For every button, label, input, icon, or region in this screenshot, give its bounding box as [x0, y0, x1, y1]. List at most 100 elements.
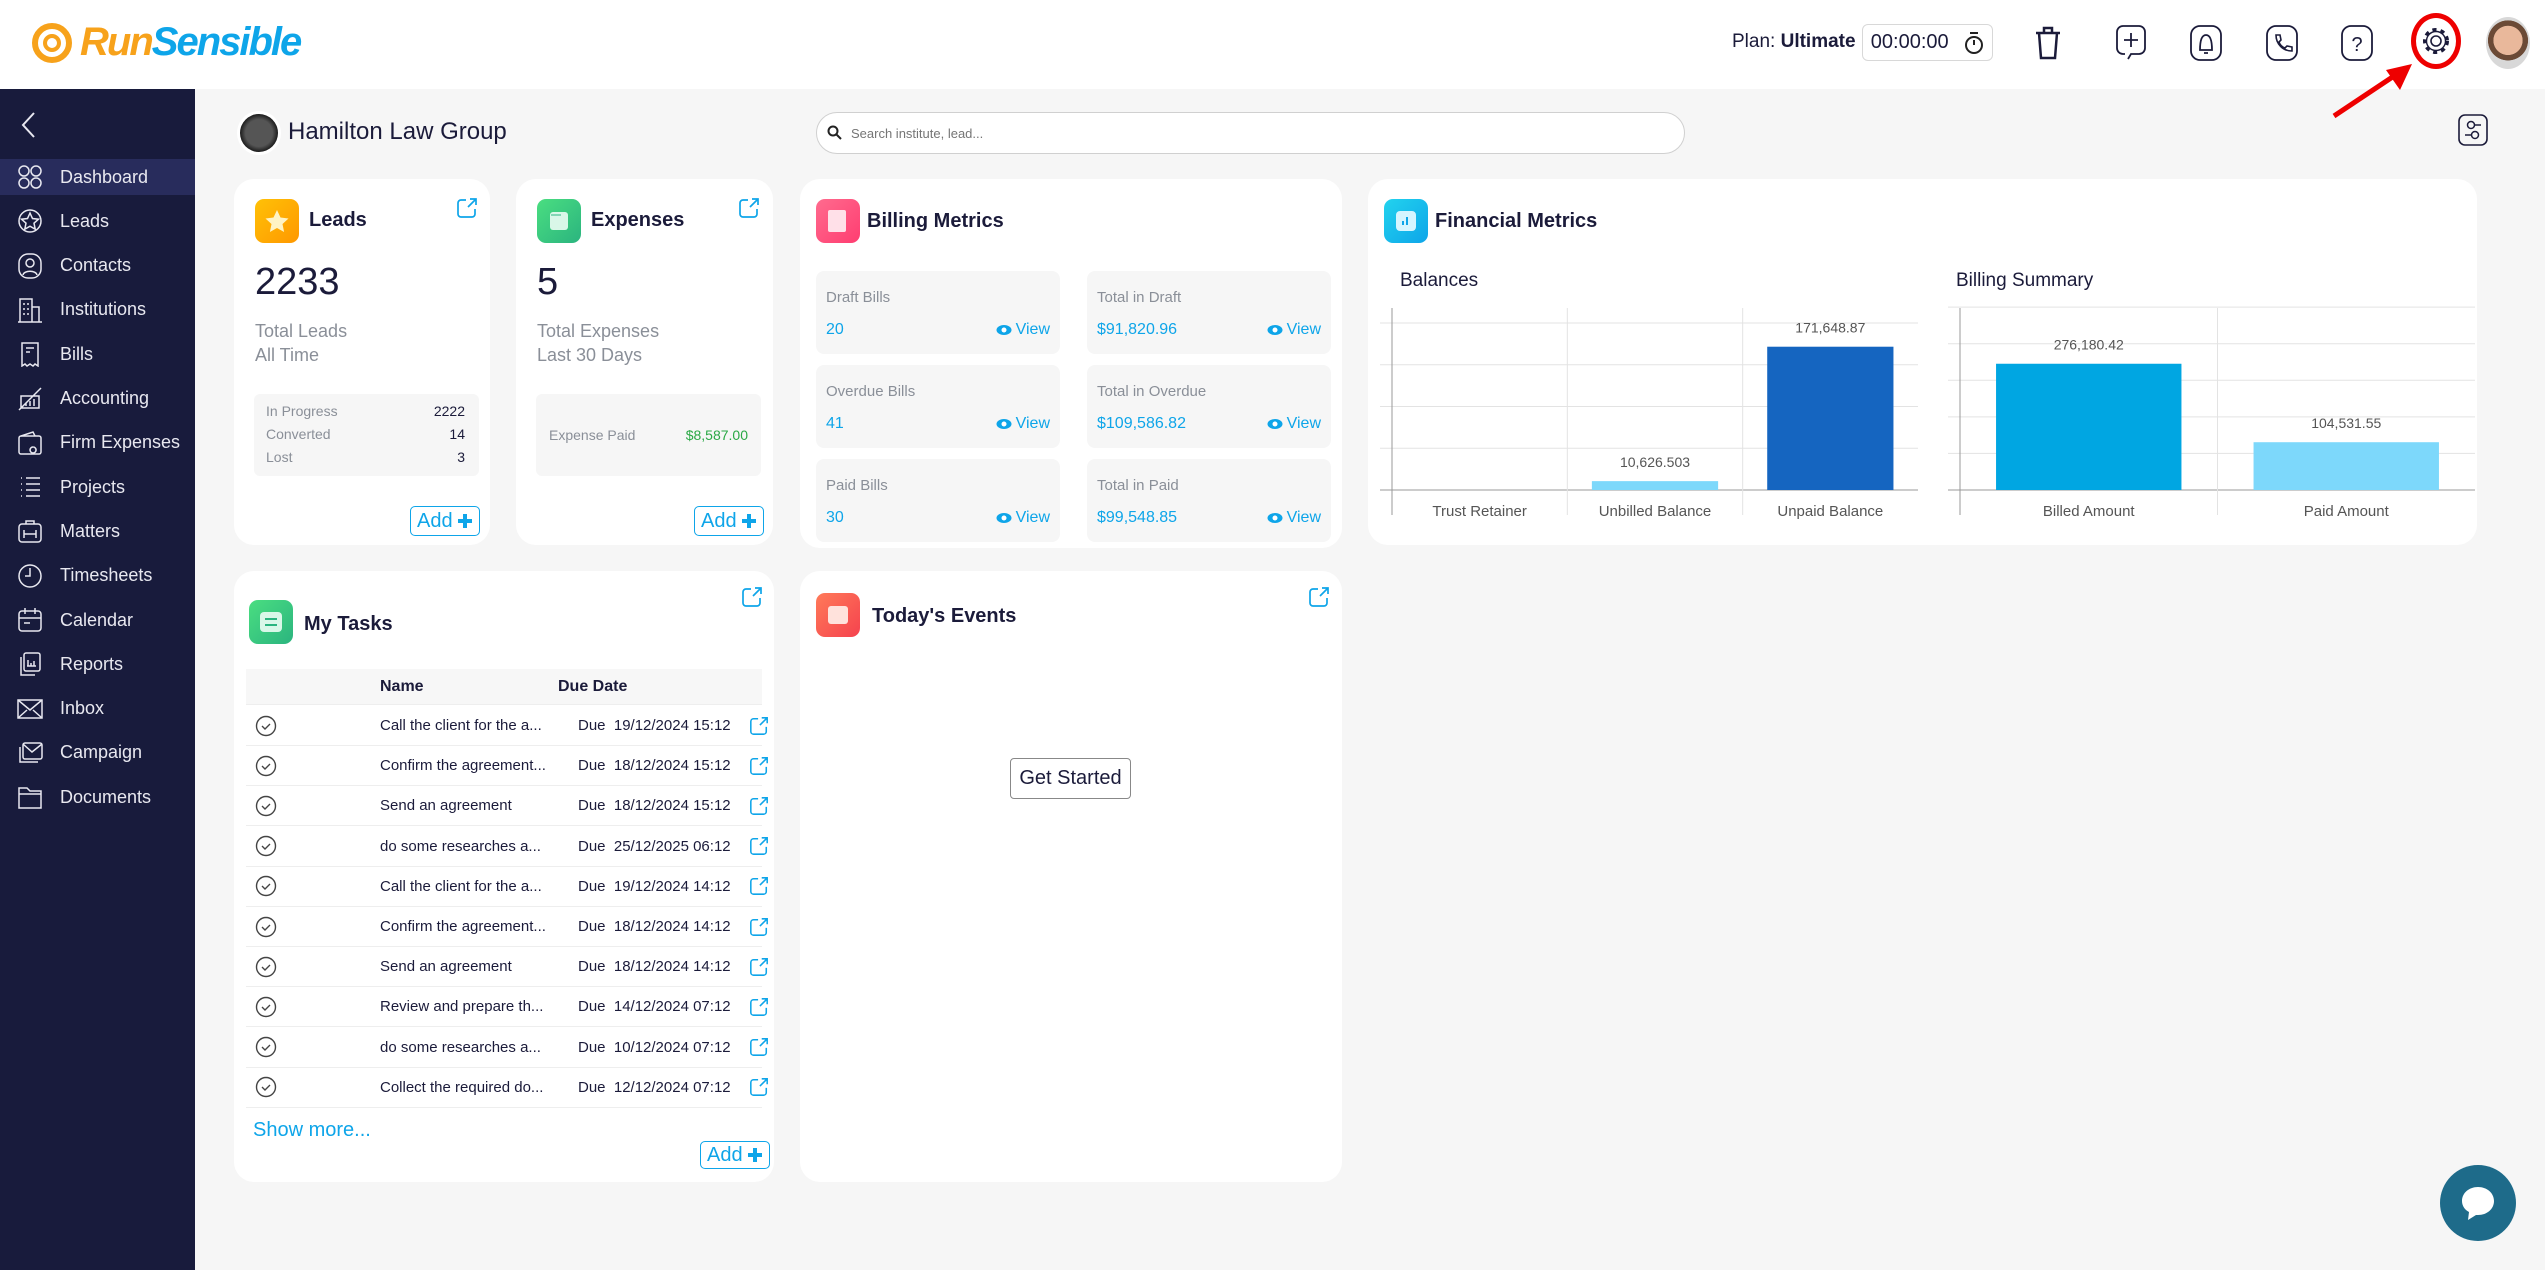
view-button[interactable]: View — [1267, 321, 1321, 339]
chat-button[interactable] — [2440, 1165, 2516, 1241]
external-link-icon[interactable] — [749, 796, 769, 816]
task-row[interactable]: Send an agreement Due 18/12/2024 14:12 — [246, 947, 768, 988]
tick-label: Trust Retainer — [1432, 503, 1526, 520]
sidebar-item-calendar[interactable]: Calendar — [0, 602, 195, 638]
report-icon — [20, 652, 41, 677]
sidebar-item-label: Timesheets — [60, 565, 153, 586]
billing-metric-box: Draft Bills 20 View — [816, 271, 1060, 354]
add-task-button[interactable] — [2111, 22, 2151, 64]
task-due: Due 18/12/2024 15:12 — [578, 757, 731, 775]
chat-icon — [2462, 1187, 2494, 1220]
sidebar-item-reports[interactable]: Reports — [0, 646, 195, 682]
sidebar-item-dashboard[interactable]: Dashboard — [0, 159, 195, 195]
complete-task-icon[interactable] — [255, 715, 277, 737]
task-row[interactable]: Collect the required do... Due 12/12/2024… — [246, 1068, 768, 1108]
complete-task-icon[interactable] — [255, 956, 277, 978]
view-button[interactable]: View — [996, 321, 1050, 339]
show-more-link[interactable]: Show more... — [253, 1119, 371, 1142]
help-button[interactable]: ? — [2337, 22, 2377, 64]
task-row[interactable]: do some researches a... Due 10/12/2024 07… — [246, 1028, 768, 1068]
calendar-icon — [18, 608, 42, 632]
lead-stat-row: Converted 14 — [266, 426, 465, 446]
billing-metric-box: Paid Bills 30 View — [816, 459, 1060, 542]
task-row[interactable]: Call the client for the a... Due 19/12/20… — [246, 867, 768, 907]
task-row[interactable]: Call the client for the a... Due 19/12/20… — [246, 706, 768, 746]
task-row[interactable]: Review and prepare th... Due 14/12/2024 0… — [246, 987, 768, 1028]
task-due: Due 25/12/2025 06:12 — [578, 837, 731, 855]
external-link-icon[interactable] — [749, 1037, 769, 1057]
complete-task-icon[interactable] — [255, 1076, 277, 1098]
task-row[interactable]: do some researches a... Due 25/12/2025 06… — [246, 827, 768, 867]
sidebar-item-institutions[interactable]: Institutions — [0, 292, 195, 328]
add-task-button[interactable]: Add — [700, 1141, 770, 1169]
eye-icon — [996, 419, 1012, 429]
search-bar[interactable] — [816, 112, 1685, 154]
sidebar-item-firm-expenses[interactable]: Firm Expenses — [0, 425, 195, 461]
lead-stat-value: 14 — [449, 426, 465, 442]
task-row[interactable]: Send an agreement Due 18/12/2024 15:12 — [246, 786, 768, 827]
sidebar-item-contacts[interactable]: Contacts — [0, 248, 195, 284]
external-link-icon[interactable] — [749, 917, 769, 937]
external-link-icon[interactable] — [741, 586, 763, 608]
view-button[interactable]: View — [996, 415, 1050, 433]
external-link-icon[interactable] — [749, 836, 769, 856]
external-link-icon[interactable] — [749, 997, 769, 1017]
add-lead-button[interactable]: Add — [410, 506, 480, 536]
sidebar-item-label: Documents — [60, 786, 152, 807]
external-link-icon[interactable] — [749, 957, 769, 977]
lead-stat-row: Lost 3 — [266, 449, 465, 469]
sidebar-item-documents[interactable]: Documents — [0, 779, 195, 815]
task-due: Due 18/12/2024 14:12 — [578, 958, 731, 976]
complete-task-icon[interactable] — [255, 795, 277, 817]
sidebar-item-bills[interactable]: Bills — [0, 336, 195, 372]
plus-icon — [457, 514, 472, 528]
get-started-button[interactable]: Get Started — [1010, 758, 1131, 799]
external-link-icon[interactable] — [749, 756, 769, 776]
view-button[interactable]: View — [1267, 415, 1321, 433]
add-label: Add — [707, 1143, 743, 1166]
search-input[interactable] — [851, 125, 1651, 141]
external-link-icon[interactable] — [738, 197, 760, 219]
task-row[interactable]: Confirm the agreement... Due 18/12/2024 1… — [246, 907, 768, 947]
metric-label: Total in Draft — [1097, 289, 1182, 306]
task-due: Due 18/12/2024 14:12 — [578, 918, 731, 935]
task-due: Due 19/12/2024 15:12 — [578, 717, 731, 734]
add-expense-button[interactable]: Add — [694, 506, 764, 536]
external-link-icon[interactable] — [1308, 586, 1330, 608]
leads-title: Leads — [309, 209, 367, 231]
phone-button[interactable] — [2262, 22, 2302, 64]
notifications-button[interactable] — [2186, 22, 2226, 64]
external-link-icon[interactable] — [749, 876, 769, 896]
complete-task-icon[interactable] — [255, 996, 277, 1018]
leads-count: 2233 — [255, 261, 340, 303]
complete-task-icon[interactable] — [255, 835, 277, 857]
org-name: Hamilton Law Group — [288, 118, 507, 145]
sidebar-item-leads[interactable]: Leads — [0, 203, 195, 239]
task-row[interactable]: Confirm the agreement... Due 18/12/2024 1… — [246, 746, 768, 787]
collapse-sidebar-icon[interactable] — [20, 111, 36, 139]
sidebar-item-accounting[interactable]: Accounting — [0, 381, 195, 417]
runsensible-logo[interactable]: Run Sensible — [30, 20, 302, 65]
plus-icon — [741, 514, 756, 528]
external-link-icon[interactable] — [749, 716, 769, 736]
sidebar-item-campaign[interactable]: Campaign — [0, 735, 195, 771]
timer-button[interactable]: 00:00:00 — [1862, 24, 1993, 61]
complete-task-icon[interactable] — [255, 916, 277, 938]
view-button[interactable]: View — [996, 509, 1050, 527]
complete-task-icon[interactable] — [255, 875, 277, 897]
complete-task-icon[interactable] — [255, 755, 277, 777]
sidebar-item-timesheets[interactable]: Timesheets — [0, 558, 195, 594]
external-link-icon[interactable] — [456, 197, 478, 219]
sidebar-item-inbox[interactable]: Inbox — [0, 691, 195, 727]
complete-task-icon[interactable] — [255, 1036, 277, 1058]
user-avatar[interactable] — [2486, 17, 2530, 69]
view-button[interactable]: View — [1267, 509, 1321, 527]
metric-label: Total in Overdue — [1097, 383, 1207, 400]
dashboard-settings-icon[interactable] — [2458, 114, 2488, 146]
timer-value: 00:00:00 — [1870, 31, 1949, 53]
trash-button[interactable] — [2028, 22, 2068, 64]
task-name: Collect the required do... — [380, 1078, 544, 1096]
sidebar-item-projects[interactable]: Projects — [0, 469, 195, 505]
sidebar-item-matters[interactable]: Matters — [0, 513, 195, 549]
external-link-icon[interactable] — [749, 1077, 769, 1097]
